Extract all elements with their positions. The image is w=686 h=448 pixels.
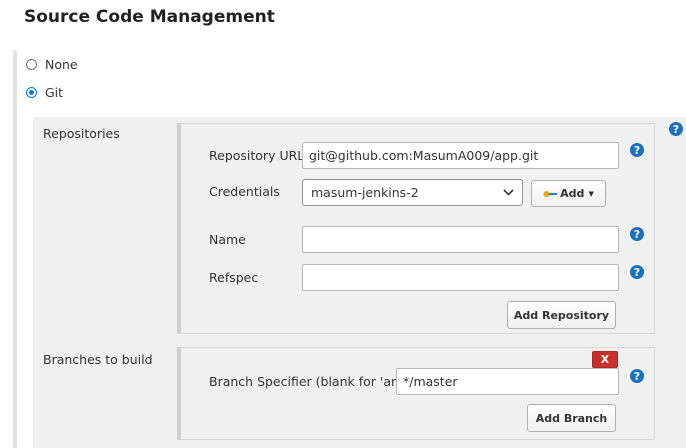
- add-repository-button[interactable]: Add Repository: [507, 301, 616, 329]
- credentials-label: Credentials: [209, 184, 280, 199]
- branches-label: Branches to build: [43, 352, 153, 367]
- radio-git-label: Git: [45, 85, 64, 100]
- repository-url-input[interactable]: git@github.com:MasumA009/app.git: [302, 142, 619, 169]
- help-icon[interactable]: ?: [669, 122, 683, 136]
- section-divider-bar: [13, 50, 17, 448]
- branch-specifier-label: Branch Specifier (blank for 'any'): [209, 374, 415, 389]
- add-credentials-button[interactable]: Add ▼: [531, 180, 606, 207]
- refspec-label: Refspec: [209, 270, 259, 285]
- radio-git[interactable]: [26, 87, 37, 98]
- chevron-down-icon: [503, 189, 514, 196]
- name-label: Name: [209, 232, 246, 247]
- add-branch-button[interactable]: Add Branch: [527, 404, 616, 432]
- branch-specifier-input[interactable]: */master: [396, 368, 619, 395]
- help-icon[interactable]: ?: [630, 369, 644, 383]
- credentials-select[interactable]: masum-jenkins-2: [302, 179, 523, 206]
- radio-none[interactable]: [26, 59, 37, 70]
- repositories-label: Repositories: [43, 126, 120, 141]
- caret-down-icon: ▼: [588, 189, 594, 198]
- help-icon[interactable]: ?: [630, 143, 644, 157]
- help-icon[interactable]: ?: [630, 265, 644, 279]
- scm-option-git[interactable]: Git: [26, 85, 63, 100]
- key-icon: [543, 190, 558, 197]
- name-input[interactable]: [302, 226, 619, 253]
- refspec-input[interactable]: [302, 264, 619, 291]
- help-icon[interactable]: ?: [630, 227, 644, 241]
- section-title: Source Code Management: [24, 7, 275, 27]
- radio-none-label: None: [45, 57, 78, 72]
- repository-url-label: Repository URL: [209, 148, 305, 163]
- scm-option-none[interactable]: None: [26, 57, 78, 72]
- delete-branch-button[interactable]: X: [592, 351, 618, 368]
